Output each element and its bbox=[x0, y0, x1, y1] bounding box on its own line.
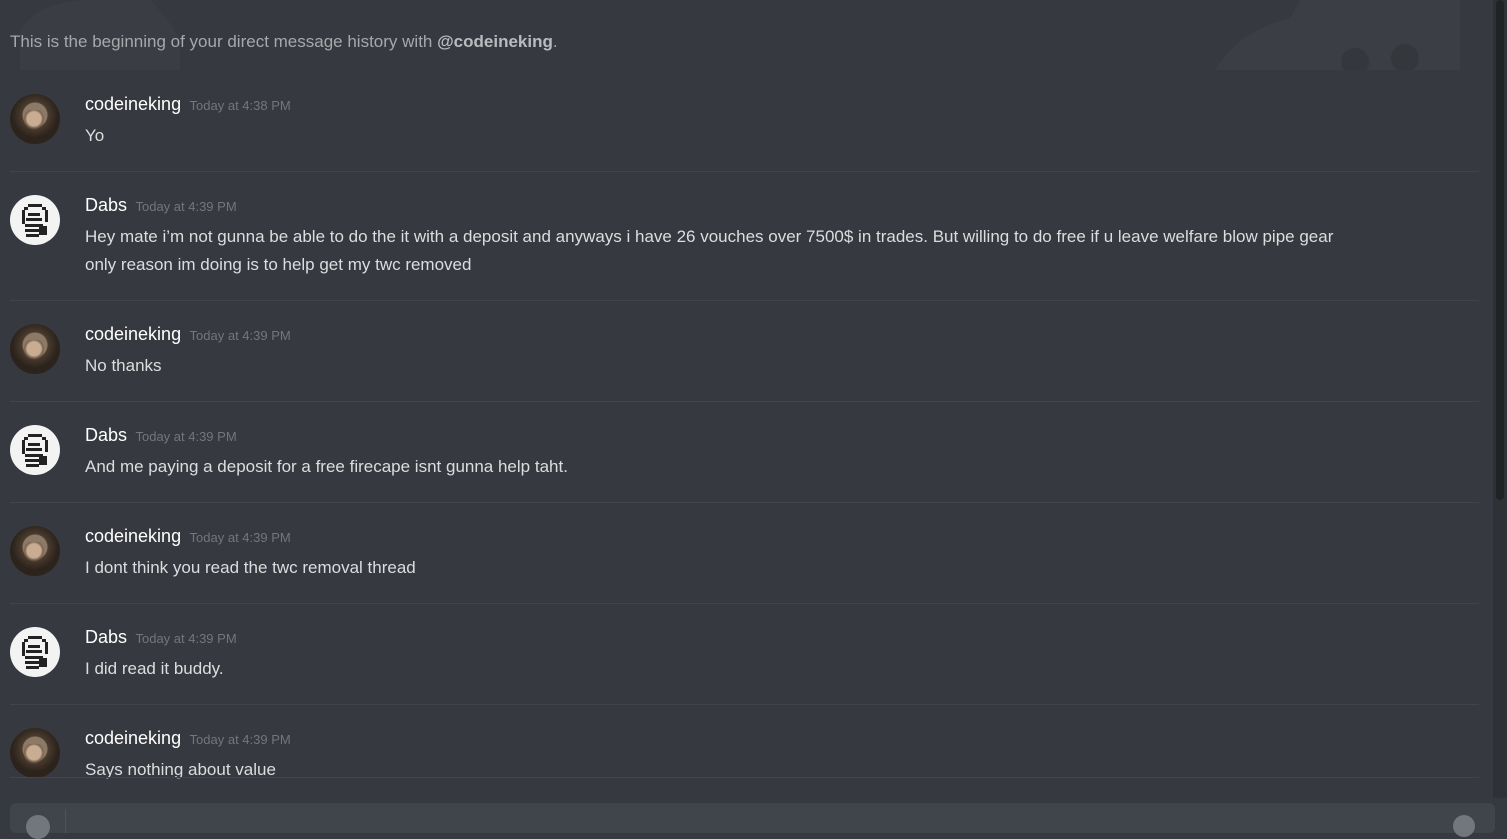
username[interactable]: codeineking bbox=[85, 324, 181, 344]
divider bbox=[10, 603, 1479, 604]
divider bbox=[10, 300, 1479, 301]
timestamp: Today at 4:39 PM bbox=[189, 328, 291, 343]
message-content: Says nothing about value bbox=[85, 756, 1385, 784]
message: codeineking Today at 4:39 PM No thanks bbox=[10, 324, 1479, 384]
message-header: codeineking Today at 4:39 PM bbox=[85, 526, 291, 547]
message-line: Says nothing about value bbox=[85, 760, 276, 779]
message-header: Dabs Today at 4:39 PM bbox=[85, 627, 237, 648]
avatar[interactable] bbox=[10, 324, 60, 374]
message-line: And me paying a deposit for a free firec… bbox=[85, 457, 568, 476]
message: codeineking Today at 4:39 PM Says nothin… bbox=[10, 728, 1479, 779]
username[interactable]: Dabs bbox=[85, 627, 127, 647]
username[interactable]: Dabs bbox=[85, 425, 127, 445]
emoji-icon[interactable] bbox=[1453, 815, 1475, 837]
message-line: I dont think you read the twc removal th… bbox=[85, 558, 416, 577]
timestamp: Today at 4:39 PM bbox=[189, 530, 291, 545]
avatar[interactable] bbox=[10, 728, 60, 778]
message: Dabs Today at 4:39 PM Hey mate i’m not g… bbox=[10, 195, 1479, 285]
intro-user-mention[interactable]: @codeineking bbox=[437, 32, 553, 51]
message-header: codeineking Today at 4:39 PM bbox=[85, 728, 291, 749]
message-line: Yo bbox=[85, 126, 105, 145]
timestamp: Today at 4:38 PM bbox=[189, 98, 291, 113]
message-content: I did read it buddy. bbox=[85, 655, 1385, 683]
timestamp: Today at 4:39 PM bbox=[135, 429, 237, 444]
timestamp: Today at 4:39 PM bbox=[189, 732, 291, 747]
dm-beginning-text: This is the beginning of your direct mes… bbox=[10, 32, 558, 52]
chat-area: This is the beginning of your direct mes… bbox=[0, 0, 1507, 839]
avatar[interactable] bbox=[10, 526, 60, 576]
intro-end: . bbox=[552, 32, 558, 51]
message: codeineking Today at 4:39 PM I dont thin… bbox=[10, 526, 1479, 586]
message-content: Hey mate i’m not gunna be able to do the… bbox=[85, 223, 1385, 279]
username[interactable]: codeineking bbox=[85, 526, 181, 546]
timestamp: Today at 4:39 PM bbox=[135, 199, 237, 214]
username[interactable]: Dabs bbox=[85, 195, 127, 215]
scrollbar-thumb[interactable] bbox=[1496, 0, 1504, 500]
input-separator bbox=[65, 809, 66, 833]
intro-text: This is the beginning of your direct mes… bbox=[10, 32, 438, 51]
message-line: Hey mate i’m not gunna be able to do the… bbox=[85, 227, 1334, 246]
avatar[interactable] bbox=[10, 94, 60, 144]
message-content: Yo bbox=[85, 122, 1385, 150]
scrollbar[interactable] bbox=[1493, 0, 1507, 798]
pixel-avatar-icon bbox=[22, 434, 48, 467]
message-line: I did read it buddy. bbox=[85, 659, 224, 678]
divider bbox=[10, 777, 1479, 778]
message-line: No thanks bbox=[85, 356, 162, 375]
username[interactable]: codeineking bbox=[85, 94, 181, 114]
avatar[interactable] bbox=[10, 627, 60, 677]
message-content: And me paying a deposit for a free firec… bbox=[85, 453, 1385, 481]
divider bbox=[10, 401, 1479, 402]
message: Dabs Today at 4:39 PM And me paying a de… bbox=[10, 425, 1479, 485]
username[interactable]: codeineking bbox=[85, 728, 181, 748]
message: codeineking Today at 4:38 PM Yo bbox=[10, 94, 1479, 154]
message-header: codeineking Today at 4:38 PM bbox=[85, 94, 291, 115]
avatar[interactable] bbox=[10, 425, 60, 475]
divider bbox=[10, 704, 1479, 705]
message-content: No thanks bbox=[85, 352, 1385, 380]
divider bbox=[10, 502, 1479, 503]
message-header: Dabs Today at 4:39 PM bbox=[85, 195, 237, 216]
message-content: I dont think you read the twc removal th… bbox=[85, 554, 1385, 582]
pixel-avatar-icon bbox=[22, 636, 48, 669]
divider bbox=[10, 171, 1479, 172]
message-input[interactable] bbox=[10, 803, 1495, 839]
message-line: only reason im doing is to help get my t… bbox=[85, 255, 472, 274]
message: Dabs Today at 4:39 PM I did read it budd… bbox=[10, 627, 1479, 687]
pixel-avatar-icon bbox=[22, 204, 48, 237]
message-header: Dabs Today at 4:39 PM bbox=[85, 425, 237, 446]
timestamp: Today at 4:39 PM bbox=[135, 631, 237, 646]
avatar[interactable] bbox=[10, 195, 60, 245]
message-header: codeineking Today at 4:39 PM bbox=[85, 324, 291, 345]
